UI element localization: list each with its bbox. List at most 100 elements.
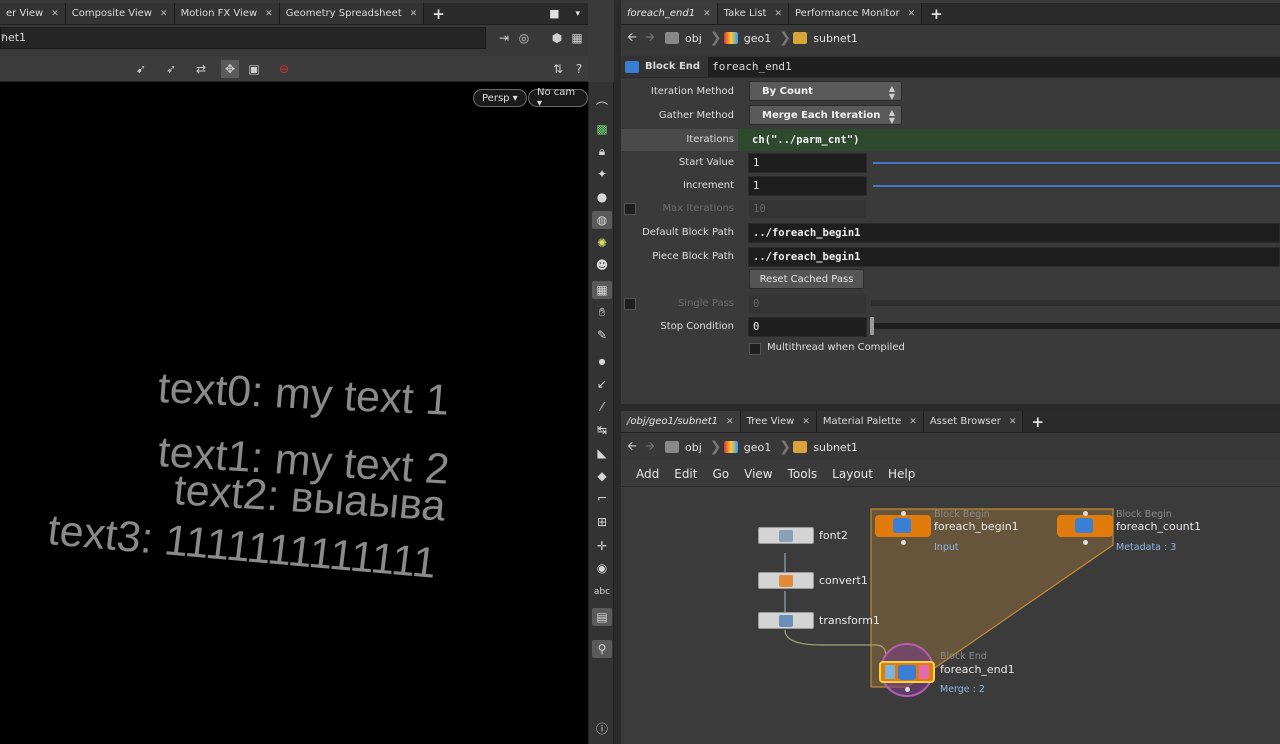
node-name-field[interactable]: foreach_end1 [708,56,1280,77]
snap-icon[interactable]: ✥ [221,60,239,78]
menu-edit[interactable]: Edit [667,467,705,481]
close-icon[interactable]: ✕ [802,417,810,427]
tab-tree-view[interactable]: Tree View ✕ [740,411,817,432]
add-tab-button[interactable]: + [424,3,453,24]
breadcrumb-obj[interactable]: obj [659,437,710,457]
reset-cached-pass-button[interactable]: Reset Cached Pass [749,269,864,289]
cube-icon[interactable]: ⬢ [548,29,566,47]
ghost-icon[interactable]: ▩ [592,120,612,138]
stop-condition-field[interactable]: 0 [748,317,867,337]
wire-icon[interactable]: ◍ [592,211,612,229]
select-icon[interactable]: ➹ [132,60,150,78]
lock-icon[interactable]: 🔒︎ [592,142,612,160]
tab-take-list[interactable]: Take List ✕ [717,3,789,24]
pick-icon[interactable]: ✛ [592,537,612,555]
node-font2[interactable] [758,527,814,544]
curve-icon[interactable]: ↙ [592,375,612,393]
increment-field[interactable]: 1 [748,176,867,196]
tab-material-palette[interactable]: Material Palette ✕ [816,411,924,432]
camera-view-icon[interactable]: ▣ [245,60,263,78]
pin-icon[interactable]: ⇥ [495,29,513,47]
view-icon[interactable]: ⌒ [592,98,612,116]
add-tab-button[interactable]: + [1023,411,1052,432]
single-pass-slider[interactable] [871,300,1280,306]
tab-network-view[interactable]: /obj/geo1/subnet1 ✕ [621,411,741,432]
iterations-field[interactable]: ch("../parm_cnt") [748,130,1280,150]
text-icon[interactable]: abc [592,583,612,601]
brush-icon[interactable]: ◣ [592,444,612,462]
close-icon[interactable]: ✕ [51,9,59,19]
perspective-menu[interactable]: Persp ▾ [473,89,527,107]
default-block-path-field[interactable]: ../foreach_begin1 [748,223,1280,243]
close-icon[interactable]: ✕ [908,9,916,19]
info-icon[interactable]: ⓘ [592,719,612,737]
output-connector[interactable] [901,540,906,545]
menu-tools[interactable]: Tools [781,467,826,481]
knife-icon[interactable]: ⁄ [592,398,612,416]
close-icon[interactable]: ✕ [160,9,168,19]
network-editor[interactable]: font2 convert1 transform1 Block Begin fo… [621,486,1280,744]
close-icon[interactable]: ✕ [410,9,418,19]
sculpt-icon[interactable]: ◆ [592,467,612,485]
back-arrow-icon[interactable]: 🡨 [623,438,641,456]
slider-handle[interactable] [870,317,874,335]
measure-icon[interactable]: ↹ [592,421,612,439]
pin-location-icon[interactable]: ⚲ [592,640,612,658]
add-tab-button[interactable]: + [922,3,951,24]
node-transform1[interactable] [758,612,814,629]
menu-add[interactable]: Add [629,467,667,481]
close-icon[interactable]: ✕ [1009,417,1017,427]
multithread-checkbox[interactable] [749,343,761,355]
shading-icon[interactable]: ● [592,188,612,206]
tab-performance-monitor[interactable]: Performance Monitor ✕ [789,3,923,24]
head-icon[interactable]: ☻ [592,256,612,274]
increment-slider[interactable] [873,185,1280,187]
breadcrumb-subnet1[interactable]: subnet1 [787,437,866,457]
display-options-icon[interactable]: ▦ [568,29,586,47]
bulb-icon[interactable]: ✺ [592,234,612,252]
tab-motion-fx-view[interactable]: Motion FX View ✕ [174,3,280,24]
target-icon[interactable]: ◎ [515,29,533,47]
menu-view[interactable]: View [737,467,780,481]
breadcrumb-geo1[interactable]: geo1 [718,28,779,48]
pane-menu-icon[interactable]: ■ [541,3,567,24]
help-icon[interactable]: ? [570,60,588,78]
close-icon[interactable]: ✕ [703,9,711,19]
tab-composite-view[interactable]: Composite View ✕ [65,3,175,24]
close-icon[interactable]: ✕ [909,417,917,427]
snap-grid-icon[interactable]: ⊞ [592,513,612,531]
output-connector[interactable] [905,687,910,692]
tab-parameters[interactable]: foreach_end1 ✕ [621,3,718,24]
back-arrow-icon[interactable]: 🡨 [623,29,641,47]
light-icon[interactable]: ✦ [592,165,612,183]
iteration-method-menu[interactable]: By Count ▲ ▼ [749,81,902,101]
output-connector[interactable] [1083,540,1088,545]
paint-icon[interactable]: ✎ [592,326,612,344]
scene-viewport[interactable]: Persp ▾ No cam ▾ text0: my text 1 text1:… [0,82,588,744]
transform-icon[interactable]: ➶ [162,60,180,78]
close-icon[interactable]: ✕ [726,417,734,427]
breadcrumb-subnet1[interactable]: subnet1 [787,28,866,48]
forward-arrow-icon[interactable]: 🡪 [641,438,659,456]
point-icon[interactable]: ● [592,352,612,370]
pane-dropdown-icon[interactable]: ▾ [567,3,588,24]
node-foreach-begin1[interactable] [875,515,931,537]
gather-method-menu[interactable]: Merge Each Iteration ▲ ▼ [749,105,902,125]
menu-go[interactable]: Go [705,467,737,481]
no-entry-icon[interactable]: ⊖ [275,60,293,78]
max-iterations-field[interactable]: 10 [748,199,867,219]
tab-asset-browser[interactable]: Asset Browser ✕ [923,411,1024,432]
close-icon[interactable]: ✕ [774,9,782,19]
grid-icon[interactable]: ▦ [592,281,612,299]
menu-help[interactable]: Help [881,467,923,481]
pane-divider[interactable] [614,0,621,744]
tab-geometry-spreadsheet[interactable]: Geometry Spreadsheet ✕ [279,3,425,24]
corner-icon[interactable]: ⌐ [592,489,612,507]
tab-scene-view[interactable]: er View ✕ [0,3,66,24]
display-flags-icon[interactable]: ⇅ [549,60,567,78]
single-pass-field[interactable]: 0 [748,294,867,314]
piece-block-path-field[interactable]: ../foreach_begin1 [748,247,1280,267]
menu-layout[interactable]: Layout [825,467,881,481]
start-value-field[interactable]: 1 [748,153,867,173]
node-foreach-end1[interactable] [879,661,935,683]
